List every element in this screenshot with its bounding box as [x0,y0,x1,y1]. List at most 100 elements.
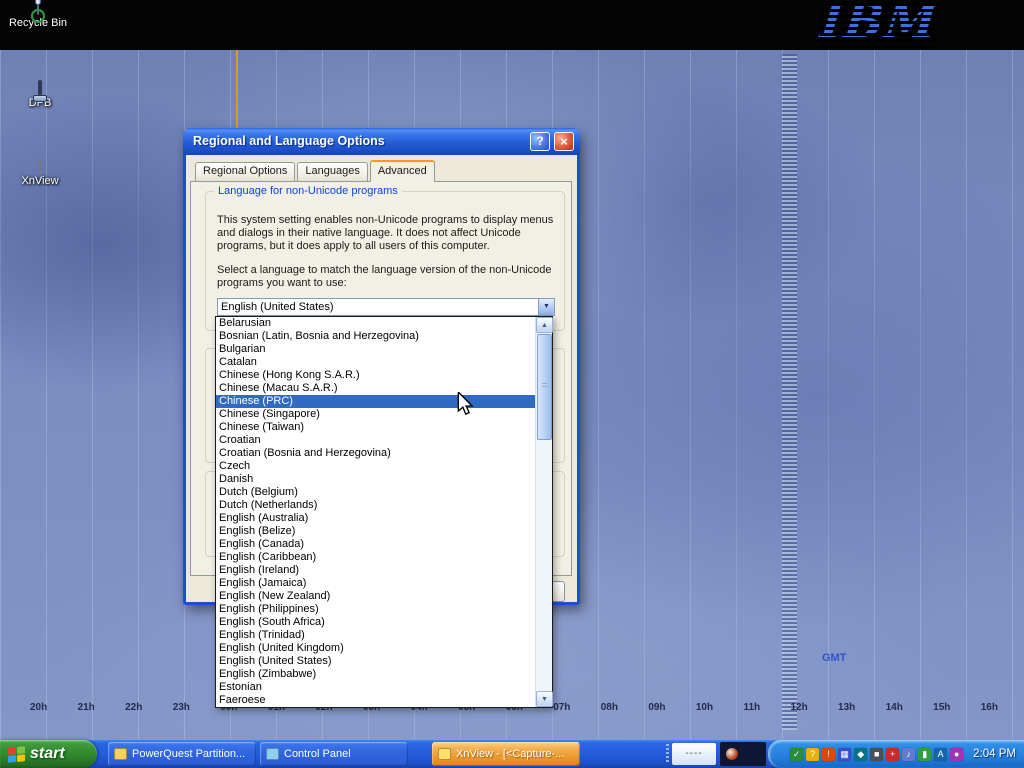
dropdown-item[interactable]: Bosnian (Latin, Bosnia and Herzegovina) [216,330,535,343]
desktop-icon-label: XnView [8,175,72,187]
taskbar-clock[interactable]: 2:04 PM [973,748,1016,760]
dropdown-item[interactable]: Croatian (Bosnia and Herzegovina) [216,447,535,460]
scroll-down-button[interactable]: ▼ [536,691,553,707]
dropdown-item[interactable]: Dutch (Belgium) [216,486,535,499]
task-button-label: PowerQuest Partition... [132,748,245,760]
task-button[interactable]: PowerQuest Partition... [108,742,256,766]
tray-icon-glyph: ● [954,749,959,759]
tab[interactable]: Regional Options [195,162,295,181]
dropdown-item[interactable]: English (Jamaica) [216,577,535,590]
top-banner: Recycle Bin IBM [0,0,1024,50]
tray-icons-row: ✓ ? ! ▦ ◆ [790,748,963,761]
dropdown-item[interactable]: Chinese (Macau S.A.R.) [216,382,535,395]
hour-label: 10h [696,702,713,713]
tray-icon[interactable]: ? [806,748,819,761]
dropdown-item[interactable]: Chinese (Taiwan) [216,421,535,434]
dialog-title: Regional and Language Options [193,128,385,155]
scrollbar-thumb[interactable] [537,334,552,440]
dropdown-item[interactable]: Chinese (Singapore) [216,408,535,421]
help-button[interactable]: ? [530,132,550,151]
dropdown-item[interactable]: Danish [216,473,535,486]
dropdown-item[interactable]: English (United Kingdom) [216,642,535,655]
combobox-dropdown-button[interactable]: ▼ [538,299,554,315]
dropdown-item[interactable]: Bulgarian [216,343,535,356]
hour-label: 22h [125,702,142,713]
dropdown-item[interactable]: English (Trinidad) [216,629,535,642]
tray-icon[interactable]: ▮ [918,748,931,761]
tray-icon[interactable]: ■ [870,748,883,761]
tray-icon-glyph: A [938,749,944,759]
dropdown-item[interactable]: Estonian [216,681,535,694]
groupbox-title: Language for non-Unicode programs [214,185,402,197]
dropdown-item[interactable]: Croatian [216,434,535,447]
dropdown-item[interactable]: Belarusian [216,317,535,330]
dropdown-item[interactable]: English (Zimbabwe) [216,668,535,681]
desktop-icon-dpb[interactable]: DPB [8,82,72,109]
hour-label: 23h [173,702,190,713]
taskbar-toolbar[interactable]: ---- [672,743,716,765]
description-text: This system setting enables non-Unicode … [217,214,557,253]
tray-icon[interactable]: A [934,748,947,761]
scroll-up-button[interactable]: ▲ [536,317,553,333]
dropdown-item[interactable]: Chinese (Hong Kong S.A.R.) [216,369,535,382]
task-button-area: PowerQuest Partition... Control Panel Xn… [108,742,580,766]
dropdown-item[interactable]: Czech [216,460,535,473]
dropdown-item[interactable]: Chinese (PRC) [216,395,535,408]
tab[interactable]: Advanced [370,160,435,182]
dropdown-item[interactable]: English (Caribbean) [216,551,535,564]
hour-label: 21h [78,702,95,713]
ibm-logo: IBM [818,0,941,48]
hour-label: 16h [981,702,998,713]
instruction-text: Select a language to match the language … [217,264,557,290]
mouse-cursor [456,392,474,421]
tray-icon-glyph: ◆ [857,749,864,759]
close-button[interactable]: × [554,132,574,151]
toolbar-drag-handle[interactable] [666,744,669,764]
desktop-icon-recycle-bin[interactable]: Recycle Bin [6,2,70,29]
task-button[interactable]: Control Panel [260,742,408,766]
dropdown-item[interactable]: Faeroese [216,694,535,707]
tray-icon[interactable]: ! [822,748,835,761]
widget-icon [726,748,738,760]
desktop-icon-xnview[interactable]: XnView [8,160,72,187]
tray-icon[interactable]: ✓ [790,748,803,761]
dropdown-item[interactable]: English (Philippines) [216,603,535,616]
dropdown-item[interactable]: English (Canada) [216,538,535,551]
dropdown-item[interactable]: Dutch (Netherlands) [216,499,535,512]
tray-icon-glyph: ♪ [906,749,911,759]
hour-label: 08h [601,702,618,713]
dropdown-item[interactable]: English (Australia) [216,512,535,525]
hour-label: 12h [790,702,807,713]
task-icon [438,748,451,760]
tray-icon[interactable]: ● [950,748,963,761]
hour-label: 15h [933,702,950,713]
language-dropdown-list: ▲ ▼ Belarusian Bosnian (Latin, Bosnia an… [215,316,553,708]
dropdown-item[interactable]: English (United States) [216,655,535,668]
tray-icon[interactable]: ♪ [902,748,915,761]
tray-icon-glyph: ▦ [840,749,849,759]
recycle-bin-icon [37,1,39,15]
dropdown-item[interactable]: Catalan [216,356,535,369]
tray-icon[interactable]: ▦ [838,748,851,761]
hour-label: 11h [743,702,760,713]
start-button[interactable]: start [0,740,97,768]
language-combobox[interactable]: English (United States) ▼ [217,298,555,316]
dropdown-item[interactable]: English (South Africa) [216,616,535,629]
task-icon [114,748,127,760]
dropdown-item[interactable]: English (Ireland) [216,564,535,577]
tab[interactable]: Languages [297,162,367,181]
task-button[interactable]: XnView - [<Capture-... [432,742,580,766]
taskbar-widget[interactable] [720,742,766,766]
hour-label: 14h [886,702,903,713]
dropdown-item[interactable]: English (Belize) [216,525,535,538]
dropdown-item[interactable]: English (New Zealand) [216,590,535,603]
tray-icon[interactable]: + [886,748,899,761]
task-button-label: Control Panel [284,748,351,760]
dateline-hatch-band [782,54,797,730]
dropdown-scrollbar[interactable]: ▲ ▼ [535,317,552,707]
dialog-titlebar[interactable]: Regional and Language Options ? × [183,128,580,155]
windows-flag-icon [8,746,25,762]
tray-icon[interactable]: ◆ [854,748,867,761]
tray-icon-glyph: ? [810,749,815,759]
tab-label: Languages [305,165,359,177]
